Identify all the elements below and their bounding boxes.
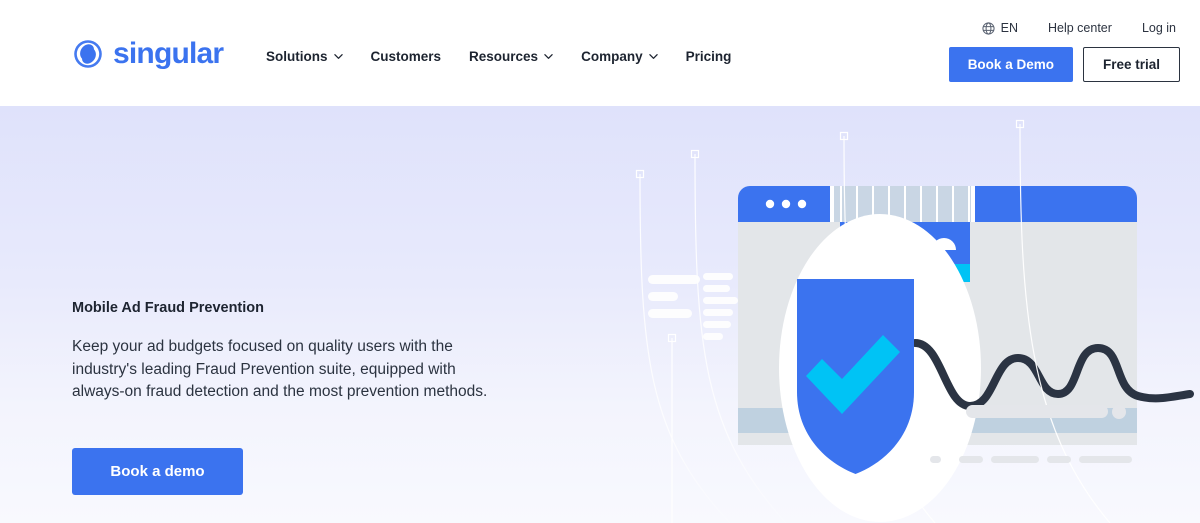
- hero-eyebrow: Mobile Ad Fraud Prevention: [72, 300, 265, 316]
- utility-navigation: EN Help center Log in: [982, 21, 1180, 35]
- hero-section: Mobile Ad Fraud Prevention Keep your ad …: [0, 106, 1200, 523]
- login-link[interactable]: Log in: [1142, 21, 1176, 35]
- nav-label: Pricing: [685, 49, 732, 64]
- page-root: singular Solutions Customers Resources C…: [0, 0, 1200, 523]
- hero-copy: Mobile Ad Fraud Prevention Keep your ad …: [72, 300, 502, 404]
- nav-item-company[interactable]: Company: [581, 45, 670, 68]
- help-center-link[interactable]: Help center: [1048, 21, 1112, 35]
- main-navigation: Solutions Customers Resources Company Pr…: [266, 45, 743, 68]
- hero-description: Keep your ad budgets focused on quality …: [72, 338, 488, 400]
- nav-label: Solutions: [266, 49, 328, 64]
- site-header: singular Solutions Customers Resources C…: [0, 0, 1200, 106]
- nav-item-pricing[interactable]: Pricing: [686, 45, 744, 68]
- window-dots: [765, 199, 807, 209]
- free-trial-button[interactable]: Free trial: [1082, 47, 1180, 82]
- book-a-demo-button[interactable]: Book a Demo: [948, 47, 1073, 82]
- header-cta-group: Book a Demo Free trial: [948, 47, 1180, 82]
- placeholder-bars: [648, 273, 738, 340]
- logo-text: singular: [113, 37, 224, 70]
- nav-label: Customers: [370, 49, 442, 64]
- ruler-ticks: [830, 186, 975, 222]
- singular-swirl-logo-icon: [72, 38, 104, 70]
- logo[interactable]: singular: [72, 37, 224, 70]
- nav-item-resources[interactable]: Resources: [469, 45, 565, 68]
- chevron-down-icon: [648, 52, 658, 61]
- hero-illustration: [590, 106, 1200, 523]
- language-label: EN: [1000, 21, 1018, 35]
- chevron-down-icon: [544, 52, 553, 61]
- nav-item-solutions[interactable]: Solutions: [266, 45, 355, 68]
- chevron-down-icon: [333, 52, 343, 61]
- square-markers: [635, 149, 700, 179]
- nav-label: Resources: [469, 49, 539, 64]
- globe-icon: [982, 21, 995, 35]
- hero-book-a-demo-button[interactable]: Book a demo: [72, 448, 243, 495]
- nav-label: Company: [581, 49, 643, 64]
- language-selector[interactable]: EN: [982, 21, 1018, 35]
- nav-item-customers[interactable]: Customers: [371, 45, 454, 68]
